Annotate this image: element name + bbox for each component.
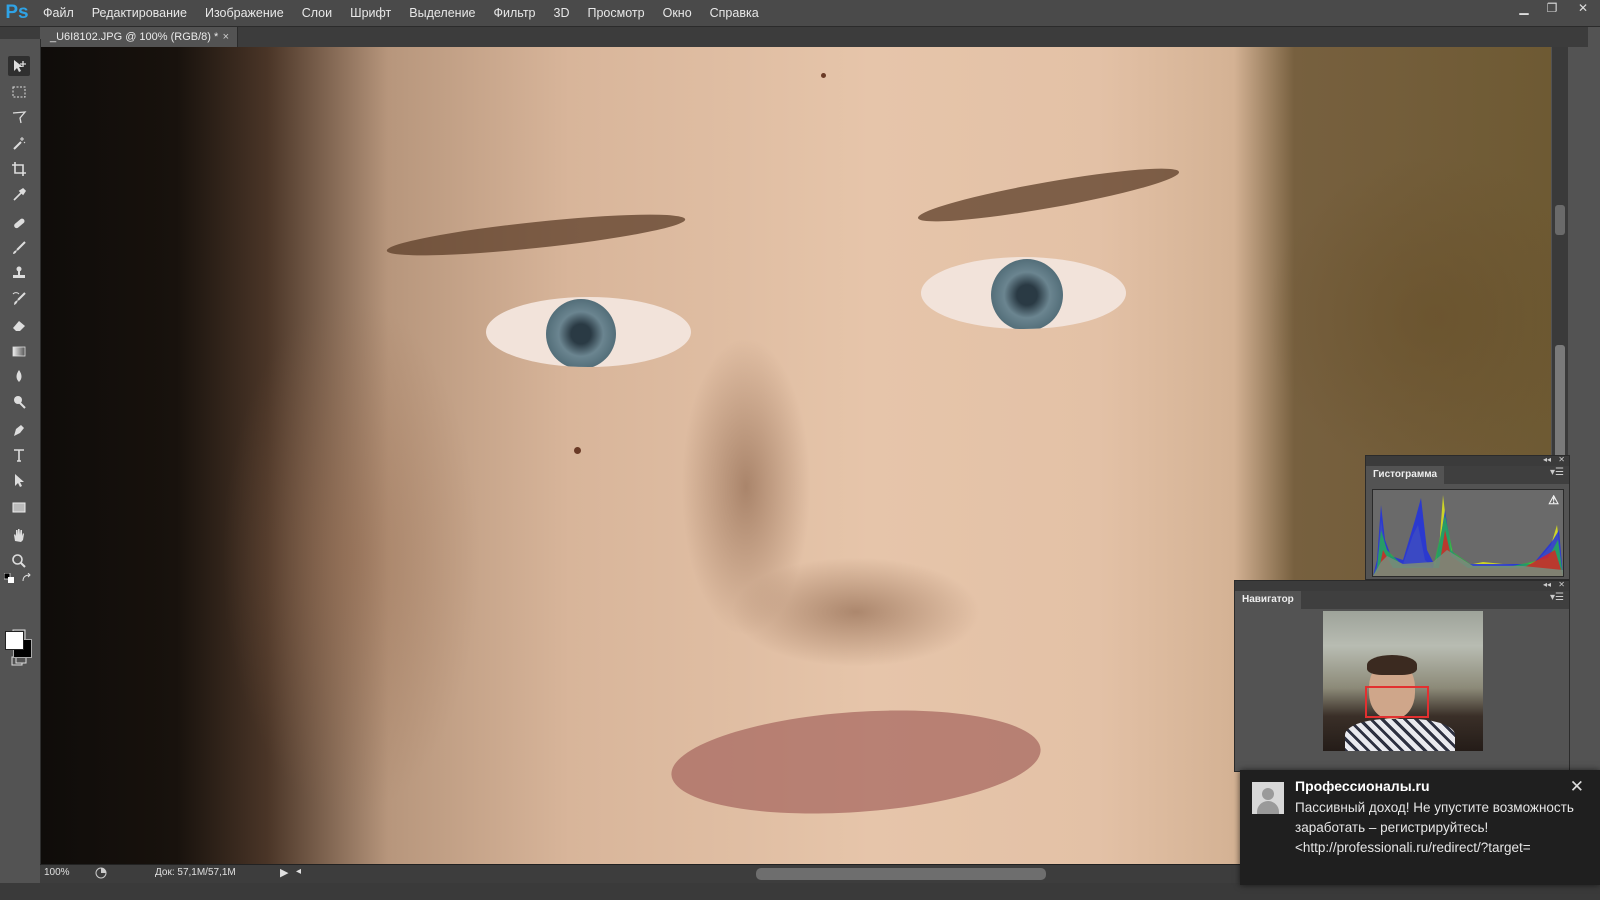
menu-bar: Ps Файл Редактирование Изображение Слои … [0,0,1600,27]
dodge-tool-icon[interactable] [8,392,30,412]
zoom-tool-icon[interactable] [8,551,30,571]
right-eyebrow [915,159,1182,231]
brush-tool-icon[interactable] [8,238,30,258]
scroll-left-arrow-icon[interactable]: ◂ [296,866,301,877]
photoshop-logo: Ps [5,2,29,23]
status-menu-arrow-icon[interactable]: ▶ [280,866,288,879]
menu-image[interactable]: Изображение [196,0,293,26]
mole [821,73,826,78]
proof-icon[interactable] [95,867,107,882]
document-size-info: Док: 57,1M/57,1M [155,867,236,878]
cache-warning-icon[interactable]: ⚠ [1548,493,1559,507]
healing-brush-tool-icon[interactable] [8,213,30,233]
histogram-graph: ⚠ [1372,489,1564,577]
move-tool-icon[interactable] [8,56,30,76]
close-tab-icon[interactable]: × [223,27,229,47]
eyedropper-tool-icon[interactable] [8,185,30,205]
foreground-color-swatch[interactable] [5,631,24,650]
minimize-button[interactable]: ▁ [1510,0,1538,18]
bottom-strip [0,883,1600,900]
left-eye [486,297,691,367]
vertical-scroll-thumb-secondary[interactable] [1555,205,1565,235]
menu-view[interactable]: Просмотр [579,0,654,26]
panel-menu-icon[interactable]: ▾☰ [1550,592,1564,603]
zoom-level[interactable]: 100% [44,867,86,878]
swap-colors-icon[interactable] [20,572,34,584]
document-tab-title: _U6I8102.JPG @ 100% (RGB/8) * [50,31,219,43]
menu-file[interactable]: Файл [34,0,83,26]
navigator-tab[interactable]: Навигатор [1235,591,1301,609]
panel-tab-row: Гистограмма ▾☰ [1366,466,1569,484]
eraser-tool-icon[interactable] [8,315,30,335]
window-controls: ▁ ❐ ✕ [1510,0,1600,18]
document-tab-bar: _U6I8102.JPG @ 100% (RGB/8) * × [40,27,1588,47]
toolbox-collapse-strip[interactable] [0,27,40,39]
navigator-thumbnail[interactable] [1323,611,1483,751]
panel-menu-icon[interactable]: ▾☰ [1550,467,1564,478]
face-shadow [221,297,481,817]
lips [667,699,1045,825]
panel-tab-row: Навигатор ▾☰ [1235,591,1569,609]
rectangle-tool-icon[interactable] [8,497,30,517]
user-avatar-icon [1252,782,1284,814]
navigator-thumbnail-hair [1367,655,1417,675]
menu-filter[interactable]: Фильтр [485,0,545,26]
default-colors-icon[interactable] [2,572,16,584]
menu-3d[interactable]: 3D [545,0,579,26]
horizontal-scroll-thumb[interactable] [756,868,1046,880]
right-eye [921,257,1126,329]
collapse-panel-icon[interactable]: ◂◂ [1543,455,1551,464]
clone-stamp-tool-icon[interactable] [8,263,30,283]
menu-window[interactable]: Окно [654,0,701,26]
notification-text: Пассивный доход! Не упустите возможность… [1295,800,1574,855]
close-panel-icon[interactable]: ✕ [1558,580,1565,589]
histogram-panel: ◂◂ ✕ Гистограмма ▾☰ ⚠ [1365,455,1570,580]
path-selection-tool-icon[interactable] [8,470,30,490]
menu-layers[interactable]: Слои [293,0,341,26]
notification-title: Профессионалы.ru [1295,778,1430,794]
collapse-panel-icon[interactable]: ◂◂ [1543,580,1551,589]
menu-edit[interactable]: Редактирование [83,0,196,26]
type-tool-icon[interactable] [8,445,30,465]
menu-help[interactable]: Справка [701,0,768,26]
toolbox [0,39,41,884]
marquee-tool-icon[interactable] [8,82,30,102]
gradient-tool-icon[interactable] [8,341,30,361]
lasso-tool-icon[interactable] [8,107,30,127]
histogram-tab[interactable]: Гистограмма [1366,466,1445,484]
close-window-button[interactable]: ✕ [1566,0,1600,18]
hand-tool-icon[interactable] [8,525,30,545]
panel-header-bar: ◂◂ ✕ [1366,455,1569,466]
blur-tool-icon[interactable] [8,366,30,386]
left-eyebrow [385,206,687,264]
close-panel-icon[interactable]: ✕ [1558,455,1565,464]
pen-tool-icon[interactable] [8,420,30,440]
menu-type[interactable]: Шрифт [341,0,400,26]
crop-tool-icon[interactable] [8,159,30,179]
document-tab[interactable]: _U6I8102.JPG @ 100% (RGB/8) * × [40,27,238,47]
panel-header-bar: ◂◂ ✕ [1235,580,1569,591]
magic-wand-tool-icon[interactable] [8,133,30,153]
close-icon[interactable]: ✕ [1570,777,1584,797]
notification-toast[interactable]: Профессионалы.ru Пассивный доход! Не упу… [1240,770,1600,885]
navigator-panel: ◂◂ ✕ Навигатор ▾☰ [1234,580,1570,772]
navigator-thumbnail-shirt [1345,719,1455,751]
nostril-shadow [731,557,981,667]
mole [574,447,581,454]
navigator-view-box[interactable] [1365,686,1429,718]
history-brush-tool-icon[interactable] [8,289,30,309]
restore-button[interactable]: ❐ [1538,0,1566,18]
menu-select[interactable]: Выделение [400,0,484,26]
